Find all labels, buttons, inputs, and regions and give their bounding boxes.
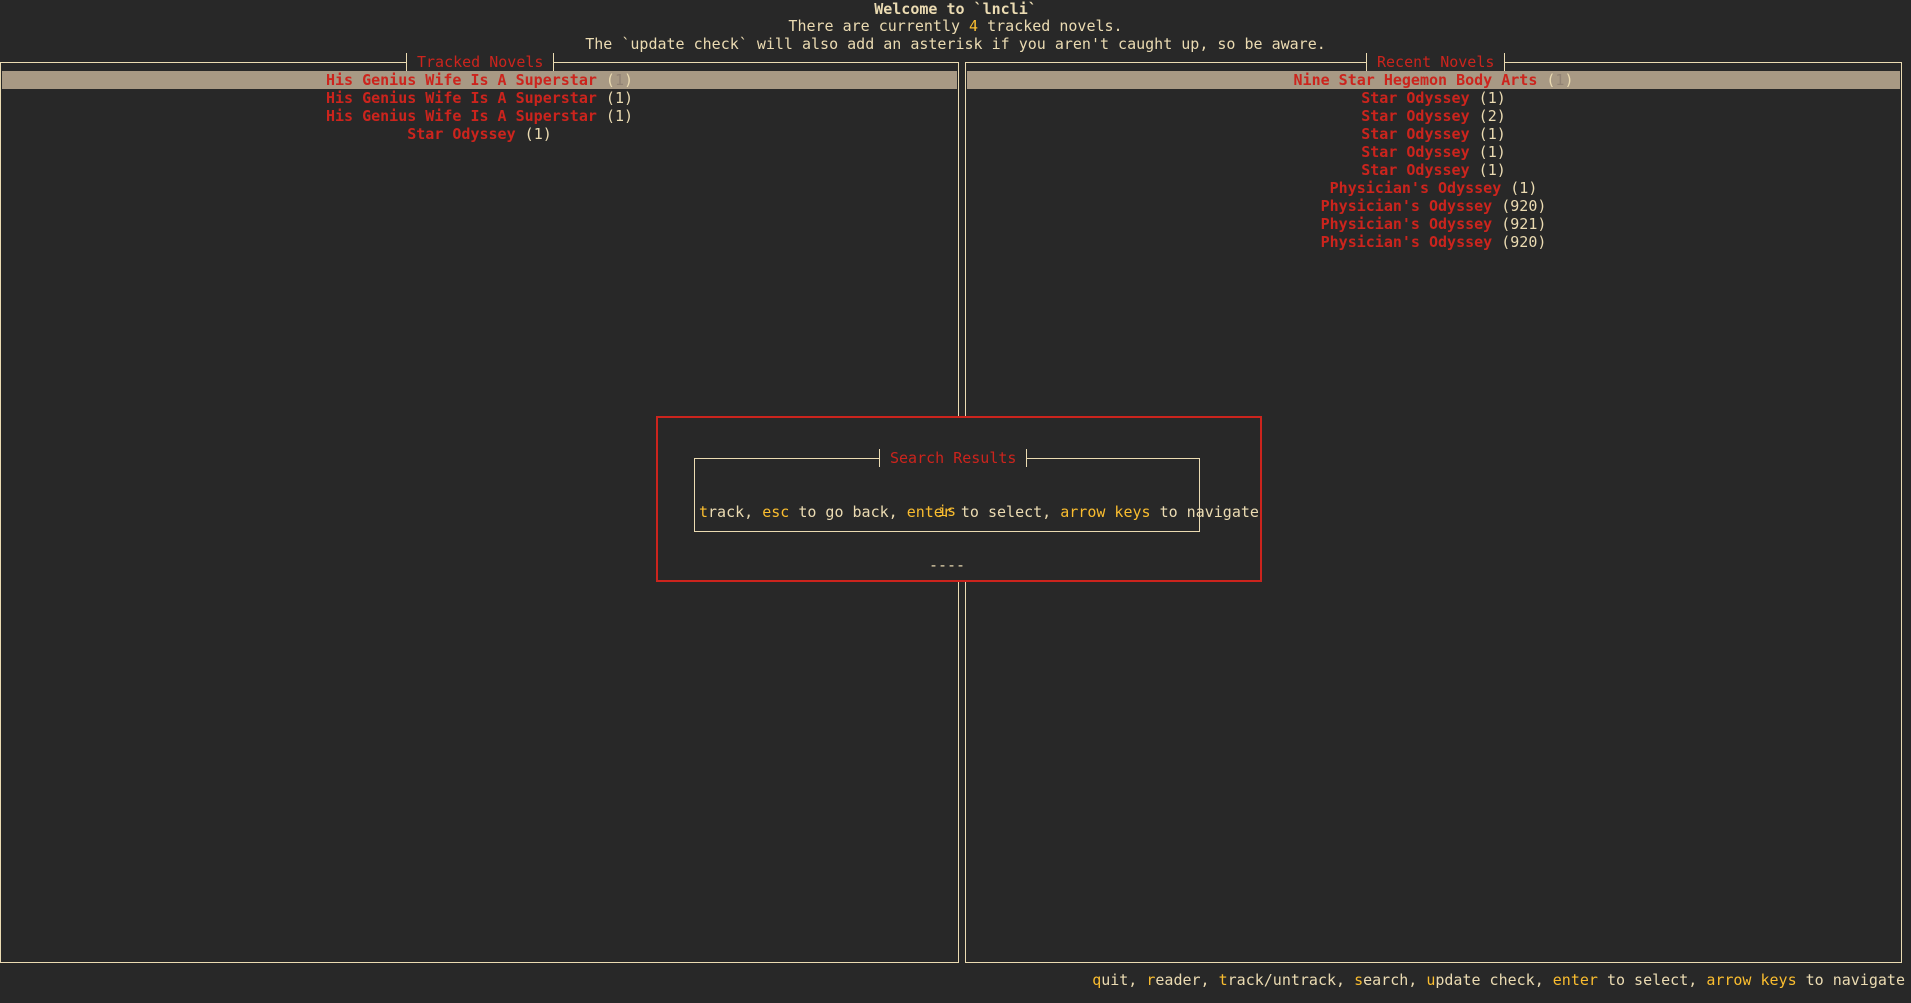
novel-title: His Genius Wife Is A Superstar <box>325 89 597 107</box>
key-hint: enter <box>906 503 952 521</box>
hint-text: to go back, <box>789 503 907 521</box>
novel-title: Physician's Odyssey <box>1320 215 1493 233</box>
search-separator: ---- <box>928 556 966 574</box>
novel-title: Physician's Odyssey <box>1329 179 1502 197</box>
novel-title: Star Odyssey <box>1361 161 1470 179</box>
chapter-count: 1 <box>1487 89 1497 107</box>
novel-title: Nine Star Hegemon Body Arts <box>1293 71 1538 89</box>
hint-text: rack, <box>708 503 763 521</box>
chapter-count: 1 <box>533 125 543 143</box>
key-hint: arrow keys <box>1706 971 1797 989</box>
search-modal: Search Results is ---- track, esc to go … <box>656 416 1262 582</box>
chapter-count: 1 <box>614 107 624 125</box>
recent-novel-item[interactable]: Physician's Odyssey (920) <box>966 233 1901 251</box>
hint-text: uit, <box>1101 971 1147 989</box>
chapter-count: 2 <box>1487 107 1497 125</box>
key-hint: esc <box>762 503 790 521</box>
search-results-list: is ---- <box>695 466 1199 610</box>
recent-novel-item[interactable]: Star Odyssey (1) <box>966 161 1901 179</box>
key-hint: t <box>699 503 709 521</box>
chapter-count: 1 <box>1555 71 1565 89</box>
tracked-count-line: There are currently 4 tracked novels. <box>0 17 1911 35</box>
chapter-count: 1 <box>1519 179 1529 197</box>
key-hint: arrow keys <box>1060 503 1151 521</box>
chapter-count: 1 <box>614 71 624 89</box>
novel-title: Star Odyssey <box>1361 125 1470 143</box>
welcome-title: Welcome to `lncli` <box>874 0 1037 18</box>
hint-text: earch, <box>1363 971 1427 989</box>
chapter-count: 1 <box>614 89 624 107</box>
novel-title: Physician's Odyssey <box>1320 233 1493 251</box>
hint-text: to navigate <box>1150 503 1259 521</box>
chapter-count: 1 <box>1487 143 1497 161</box>
tracked-novels-title: Tracked Novels <box>406 53 555 71</box>
recent-novel-item[interactable]: Star Odyssey (1) <box>966 143 1901 161</box>
chapter-count: 1 <box>1487 125 1497 143</box>
tracked-novel-item[interactable]: His Genius Wife Is A Superstar (1) <box>2 71 957 89</box>
search-results-title: Search Results <box>879 449 1028 467</box>
count-prefix: There are currently <box>788 17 970 35</box>
novel-title: Star Odyssey <box>1361 143 1470 161</box>
recent-novels-list: Nine Star Hegemon Body Arts (1) Star Ody… <box>966 71 1901 251</box>
search-help: track, esc to go back, enter to select, … <box>699 503 1259 521</box>
key-hint: q <box>1092 971 1102 989</box>
hint-text: to select, <box>951 503 1061 521</box>
chapter-count: 920 <box>1510 197 1538 215</box>
hint-text: pdate check, <box>1435 971 1553 989</box>
recent-novels-title: Recent Novels <box>1366 53 1506 71</box>
hint-text: eader, <box>1155 971 1219 989</box>
chapter-count: 1 <box>1487 161 1497 179</box>
count-suffix: tracked novels. <box>978 17 1123 35</box>
tracked-novel-item[interactable]: Star Odyssey (1) <box>1 125 958 143</box>
novel-title: Star Odyssey <box>407 125 516 143</box>
tracked-novel-item[interactable]: His Genius Wife Is A Superstar (1) <box>1 107 958 125</box>
chapter-count: 921 <box>1510 215 1538 233</box>
hint-text: to navigate <box>1796 971 1905 989</box>
update-check-notice: The `update check` will also add an aste… <box>585 35 1326 53</box>
keybinding-footer: quit, reader, track/untrack, search, upd… <box>1092 971 1905 989</box>
tracked-count: 4 <box>969 17 979 35</box>
novel-title: Star Odyssey <box>1361 107 1470 125</box>
key-hint: s <box>1354 971 1364 989</box>
recent-novel-item[interactable]: Star Odyssey (1) <box>966 125 1901 143</box>
novel-title: His Genius Wife Is A Superstar <box>325 107 597 125</box>
hint-text: rack/untrack, <box>1227 971 1355 989</box>
search-results-box: Search Results is ---- track, esc to go … <box>694 449 1259 574</box>
novel-title: Star Odyssey <box>1361 89 1470 107</box>
recent-novel-item[interactable]: Nine Star Hegemon Body Arts (1) <box>967 71 1900 89</box>
recent-novel-item[interactable]: Physician's Odyssey (1) <box>966 179 1901 197</box>
hint-text: to select, <box>1597 971 1707 989</box>
recent-novel-item[interactable]: Physician's Odyssey (920) <box>966 197 1901 215</box>
tracked-novel-item[interactable]: His Genius Wife Is A Superstar (1) <box>1 89 958 107</box>
tracked-novels-list: His Genius Wife Is A Superstar (1) His G… <box>1 71 958 143</box>
chapter-count: 920 <box>1510 233 1538 251</box>
key-hint: t <box>1218 971 1228 989</box>
recent-novel-item[interactable]: Physician's Odyssey (921) <box>966 215 1901 233</box>
recent-novel-item[interactable]: Star Odyssey (2) <box>966 107 1901 125</box>
key-hint: enter <box>1552 971 1598 989</box>
recent-novel-item[interactable]: Star Odyssey (1) <box>966 89 1901 107</box>
novel-title: His Genius Wife Is A Superstar <box>325 71 597 89</box>
novel-title: Physician's Odyssey <box>1320 197 1493 215</box>
